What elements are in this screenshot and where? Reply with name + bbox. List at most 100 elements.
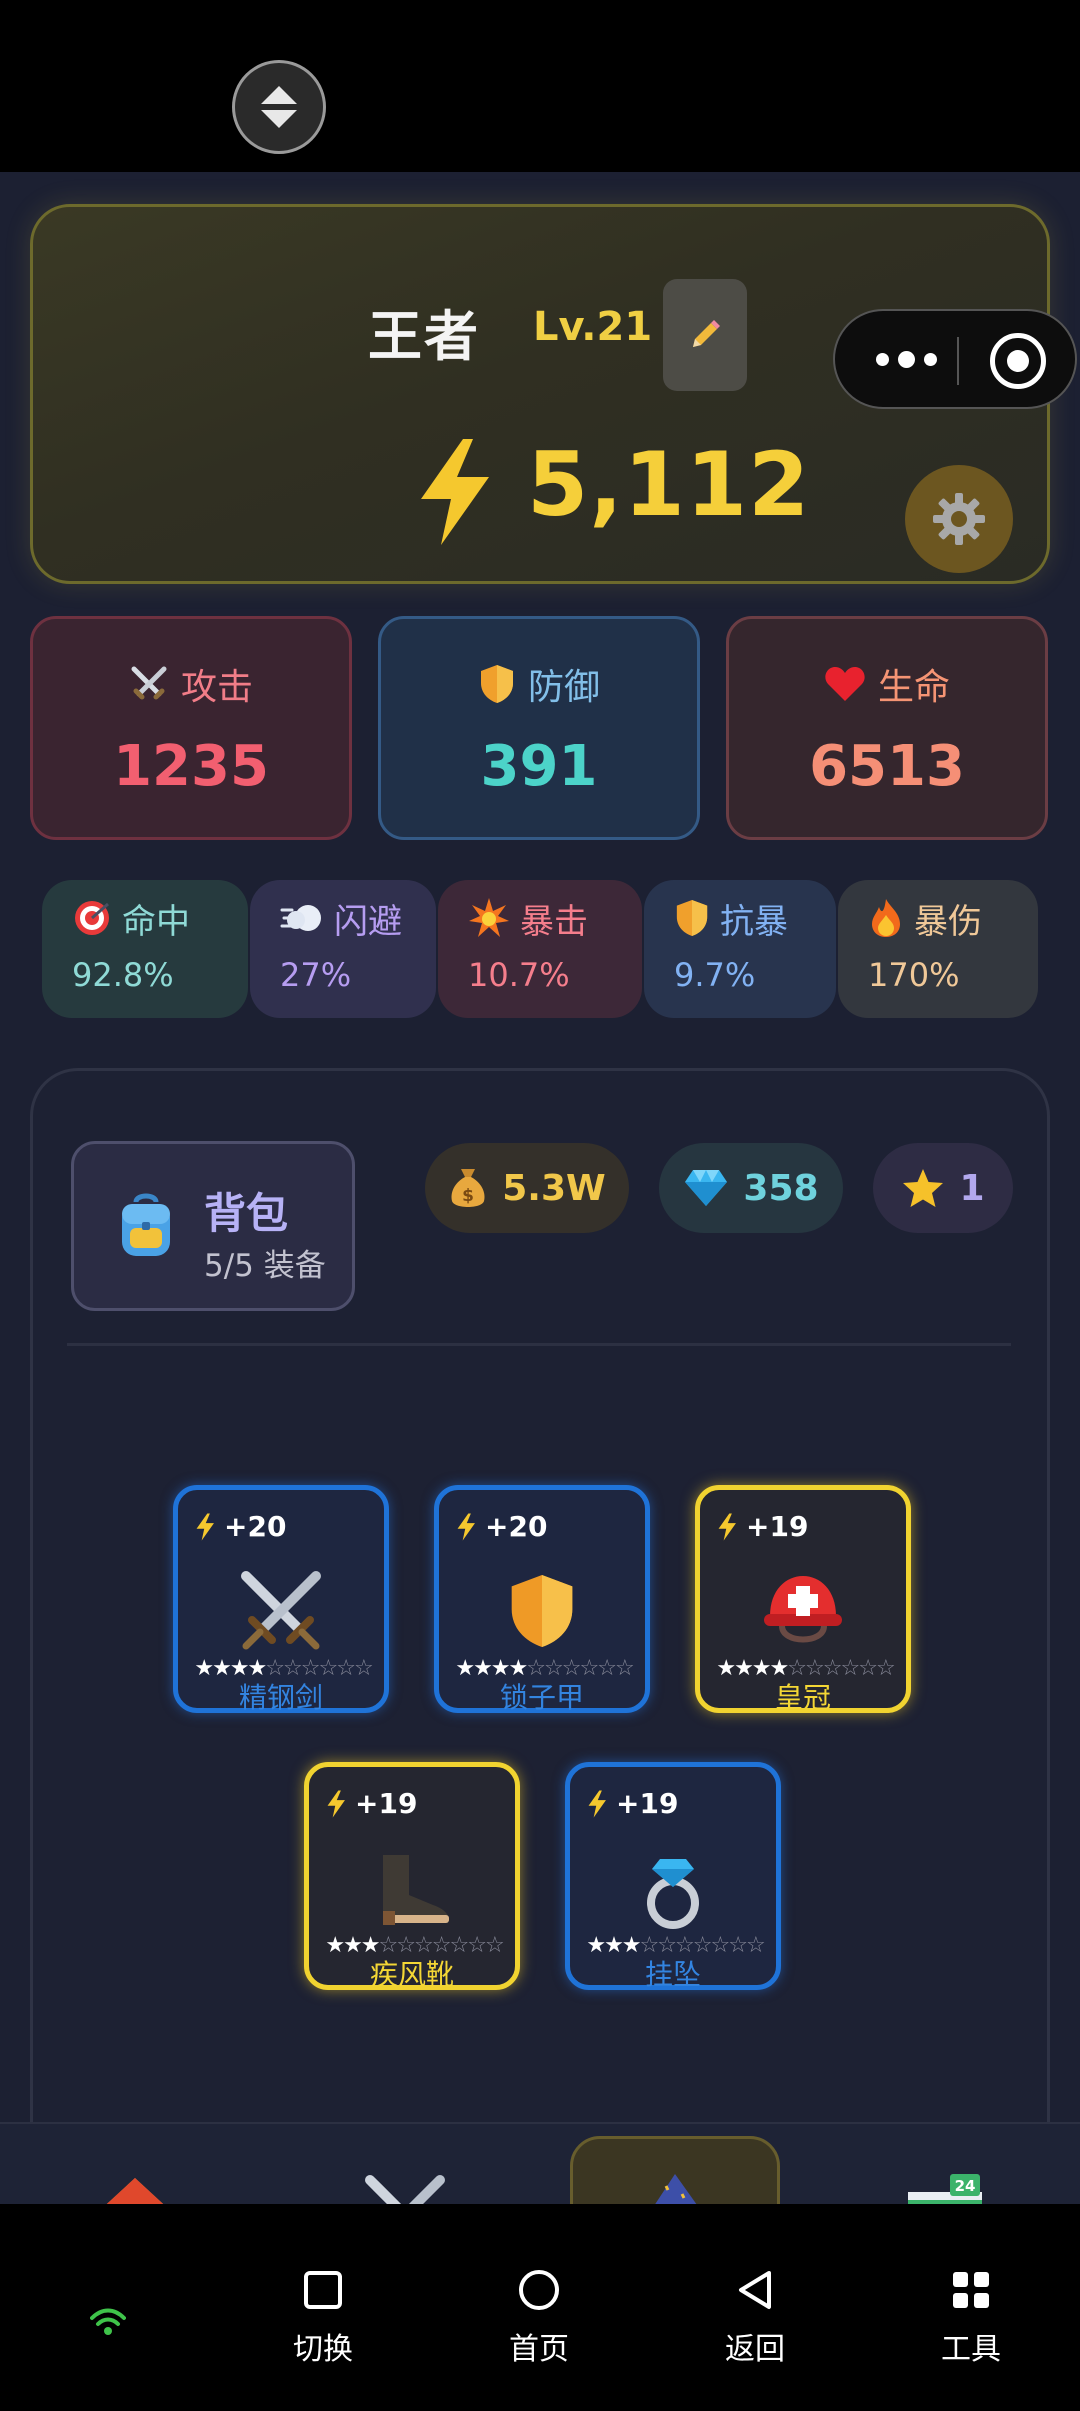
tab-role[interactable]: 角色 <box>540 2124 810 2204</box>
crossed-swords-icon <box>131 666 167 699</box>
edit-name-button[interactable] <box>663 279 747 391</box>
equipment-slot-boots[interactable]: +19 ★ ★ ★ ☆ ☆ ☆ ☆ ☆ ☆ ☆ 疾风靴 <box>304 1762 520 1991</box>
svg-text:$: $ <box>462 1186 474 1206</box>
equip-bonus-row: +19 <box>325 1787 417 1820</box>
dodge-value: 27% <box>280 956 352 994</box>
back-button[interactable]: 返回 <box>685 2264 825 2374</box>
gear-icon <box>933 493 985 545</box>
hit-rate-stat: 命中 92.8% <box>42 880 248 1018</box>
gold-balance: $ 5.3W <box>425 1143 629 1233</box>
dodge-label-row: 闪避 <box>280 890 436 946</box>
equip-name: 挂坠 <box>644 1958 701 1991</box>
grid-icon <box>953 2272 989 2308</box>
nav-icon-wrap <box>540 2172 810 2204</box>
equip-bonus-row: +20 <box>194 1510 286 1543</box>
arrow-up-icon <box>261 86 297 104</box>
backpack-button[interactable]: 背包 5/5 装备 <box>71 1141 355 1311</box>
equip-name: 疾风靴 <box>369 1958 454 1991</box>
settings-button[interactable] <box>905 465 1013 573</box>
star-icon <box>903 1169 944 1207</box>
equip-name: 皇冠 <box>774 1681 831 1714</box>
crit-resist-stat: 抗暴 9.7% <box>644 880 836 1018</box>
fire-icon <box>872 899 900 937</box>
game-screen: 王者 Lv.21 5,112 攻击 1235 防御 391 生命 6513 命中… <box>0 172 1080 2204</box>
convenience-store-icon: 24 <box>908 2174 982 2204</box>
dot-icon <box>875 352 889 366</box>
sword-icon <box>241 1571 321 1650</box>
tab-shop[interactable]: 24 商店 <box>810 2124 1080 2204</box>
gem-balance: 358 <box>659 1143 843 1233</box>
equip-icon-wrap <box>309 1845 515 1931</box>
arrow-down-icon <box>261 110 297 128</box>
hp-label-row: 生命 <box>824 658 950 710</box>
critdmg-label-row: 暴伤 <box>868 890 1038 946</box>
ring-icon <box>647 1859 699 1929</box>
tab-home[interactable]: 首页 <box>0 2124 270 2204</box>
tab-battle[interactable]: 挑战 <box>270 2124 540 2204</box>
home-button[interactable]: 首页 <box>469 2264 609 2374</box>
equipment-slot-armor[interactable]: +20 ★ ★ ★ ★ ☆ ☆ ☆ ☆ ☆ ☆ 锁子甲 <box>434 1485 650 1714</box>
dash-icon <box>280 905 321 931</box>
attack-stat-card: 攻击 1235 <box>30 616 352 840</box>
crit-value: 10.7% <box>468 956 570 994</box>
recent-apps-label: 切换 <box>293 2332 353 2367</box>
lightning-icon <box>327 1789 345 1818</box>
crit-damage-stat: 暴伤 170% <box>838 880 1038 1018</box>
equip-name: 锁子甲 <box>499 1681 584 1714</box>
defense-label: 防御 <box>527 666 600 708</box>
heart-icon <box>825 666 865 701</box>
target-icon <box>75 901 109 935</box>
gem-amount: 358 <box>743 1167 819 1209</box>
miniprogram-capsule <box>833 309 1077 409</box>
attack-value: 1235 <box>113 733 269 799</box>
lightning-icon <box>718 1512 736 1541</box>
lightning-icon <box>421 439 489 545</box>
bottom-tab-bar: 首页 挑战 <box>0 2122 1080 2204</box>
player-card: 王者 Lv.21 5,112 <box>30 204 1077 584</box>
nav-icon-wrap <box>270 2172 540 2204</box>
shield-icon <box>511 1575 573 1647</box>
system-navigation-bar: 切换 首页 返回 工具 <box>0 2204 1080 2411</box>
crit-label-row: 暴击 <box>468 890 642 946</box>
more-menu-button[interactable] <box>861 339 951 379</box>
equipment-slot-helmet[interactable]: +19 ★ ★ ★ ★ ☆ ☆ ☆ ☆ ☆ ☆ 皇冠 <box>695 1485 911 1714</box>
backpack-count: 5/5 装备 <box>204 1248 326 1284</box>
sys-icon-wrap <box>735 2264 775 2316</box>
star-balance: 1 <box>873 1143 1013 1233</box>
diamond-icon <box>685 1170 728 1206</box>
money-bag-icon: $ <box>451 1169 485 1207</box>
equipment-slot-sword[interactable]: +20 ★ ★ ★ ★ ☆ ☆ ☆ ☆ ☆ ☆ 精钢剑 <box>173 1485 389 1714</box>
player-name: 王者 <box>368 305 480 368</box>
close-miniprogram-button[interactable] <box>990 333 1046 389</box>
dodge-stat: 闪避 27% <box>250 880 436 1018</box>
equip-bonus: +19 <box>746 1510 809 1543</box>
dodge-label: 闪避 <box>334 901 402 942</box>
shield-icon <box>676 900 708 936</box>
recent-apps-button[interactable]: 切换 <box>253 2264 393 2374</box>
lightning-icon <box>588 1789 606 1818</box>
crit-rate-stat: 暴击 10.7% <box>438 880 642 1018</box>
scroll-toggle-button[interactable] <box>232 60 326 154</box>
boot-icon <box>383 1855 449 1925</box>
equip-icon-wrap <box>439 1568 645 1654</box>
equip-icon-wrap <box>570 1845 776 1931</box>
back-triangle-icon <box>739 2271 771 2309</box>
hp-value: 6513 <box>809 733 965 799</box>
equipment-slot-ring[interactable]: +19 ★ ★ ★ ☆ ☆ ☆ ☆ ☆ ☆ ☆ 挂坠 <box>565 1762 781 1991</box>
nav-icon-wrap <box>0 2172 270 2204</box>
backpack-title: 背包 <box>204 1189 289 1238</box>
panel-divider <box>67 1343 1011 1346</box>
circle-icon <box>519 2270 559 2310</box>
equip-bonus-row: +19 <box>586 1787 678 1820</box>
record-icon <box>1007 350 1029 372</box>
tools-button[interactable]: 工具 <box>901 2264 1041 2374</box>
back-label: 返回 <box>725 2332 785 2367</box>
hit-label-row: 命中 <box>72 890 248 946</box>
attack-label: 攻击 <box>180 666 253 708</box>
dot-icon <box>923 352 937 366</box>
critdmg-value: 170% <box>868 956 960 994</box>
square-icon <box>304 2271 342 2309</box>
crit-label: 暴击 <box>520 901 588 942</box>
star-amount: 1 <box>959 1167 985 1209</box>
defense-label-row: 防御 <box>478 658 600 710</box>
